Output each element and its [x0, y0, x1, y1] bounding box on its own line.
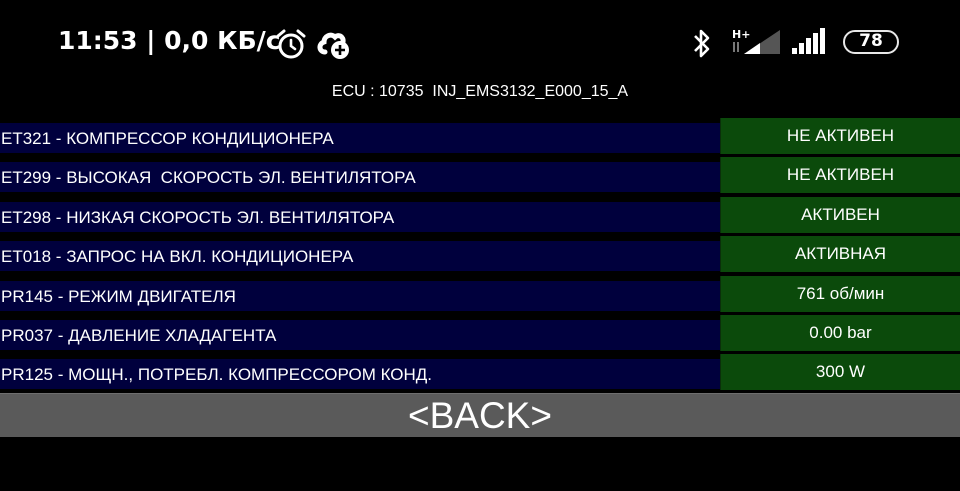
parameter-label: ET299 - ВЫСОКАЯ СКОРОСТЬ ЭЛ. ВЕНТИЛЯТОРА [0, 162, 720, 192]
parameter-row[interactable]: ET321 - КОМПРЕССОР КОНДИЦИОНЕРА НЕ АКТИВ… [0, 118, 960, 154]
parameter-label: PR125 - МОЩН., ПОТРЕБЛ. КОМПРЕССОРОМ КОН… [0, 359, 720, 389]
parameter-row[interactable]: PR037 - ДАВЛЕНИЕ ХЛАДАГЕНТА 0.00 bar [0, 315, 960, 351]
parameter-label: PR037 - ДАВЛЕНИЕ ХЛАДАГЕНТА [0, 320, 720, 350]
parameter-value: 300 W [720, 354, 960, 390]
parameter-value: АКТИВНАЯ [720, 236, 960, 272]
net-speed: 0,0 КБ/с [164, 26, 281, 55]
status-bar: 11:53 | 0,0 КБ/с H+ 78 [0, 0, 960, 80]
parameter-value: 761 об/мин [720, 276, 960, 312]
parameter-row[interactable]: ET298 - НИЗКАЯ СКОРОСТЬ ЭЛ. ВЕНТИЛЯТОРА … [0, 197, 960, 233]
parameter-label: ET298 - НИЗКАЯ СКОРОСТЬ ЭЛ. ВЕНТИЛЯТОРА [0, 202, 720, 232]
battery-level: 78 [859, 31, 883, 51]
sync-icon [317, 32, 349, 59]
parameter-label: ET321 - КОМПРЕССОР КОНДИЦИОНЕРА [0, 123, 720, 153]
parameter-row[interactable]: PR125 - МОЩН., ПОТРЕБЛ. КОМПРЕССОРОМ КОН… [0, 354, 960, 390]
signal-icon: H+ [732, 28, 780, 54]
parameter-row[interactable]: ET299 - ВЫСОКАЯ СКОРОСТЬ ЭЛ. ВЕНТИЛЯТОРА… [0, 157, 960, 193]
bluetooth-icon [694, 29, 710, 58]
status-time-speed: 11:53 | 0,0 КБ/с [58, 26, 281, 55]
network-type: H+ [732, 28, 750, 41]
clock-time: 11:53 [58, 26, 138, 55]
parameter-label: PR145 - РЕЖИМ ДВИГАТЕЛЯ [0, 281, 720, 311]
alarm-icon [276, 29, 306, 59]
signal-icon-2 [792, 28, 825, 54]
back-button[interactable]: <BACK> [0, 393, 960, 437]
parameter-label: ET018 - ЗАПРОС НА ВКЛ. КОНДИЦИОНЕРА [0, 241, 720, 271]
parameter-row[interactable]: ET018 - ЗАПРОС НА ВКЛ. КОНДИЦИОНЕРА АКТИ… [0, 236, 960, 272]
status-separator: | [146, 26, 156, 55]
battery-icon: 78 [843, 30, 899, 54]
parameter-value: НЕ АКТИВЕН [720, 157, 960, 193]
parameter-row[interactable]: PR145 - РЕЖИМ ДВИГАТЕЛЯ 761 об/мин [0, 276, 960, 312]
parameter-value: АКТИВЕН [720, 197, 960, 233]
parameter-value: НЕ АКТИВЕН [720, 118, 960, 154]
ecu-header: ECU : 10735 INJ_EMS3132_E000_15_A [331, 83, 629, 100]
parameter-value: 0.00 bar [720, 315, 960, 351]
